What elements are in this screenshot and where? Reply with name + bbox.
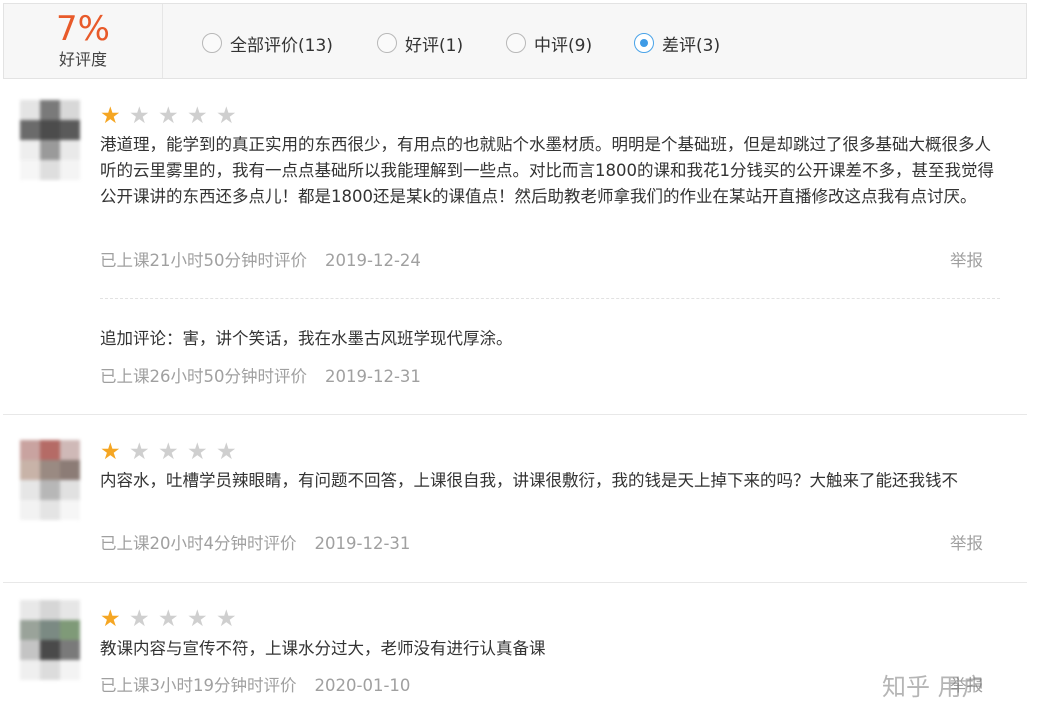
radio-icon[interactable]	[202, 33, 222, 53]
followup-meta: 已上课26小时50分钟时评价 2019-12-31	[100, 366, 421, 388]
review-text: 教课内容与宣传不符，上课水分过大，老师没有进行认真备课	[100, 639, 546, 658]
star-empty-icon: ★	[216, 439, 237, 465]
review-duration: 已上课20小时4分钟时评价	[100, 534, 297, 553]
report-link[interactable]: 举报	[950, 250, 983, 272]
avatar[interactable]	[20, 440, 80, 520]
star-filled-icon: ★	[100, 103, 121, 129]
review-text: 内容水，吐槽学员辣眼睛，有问题不回答，上课很自我，讲课很敷衍，我的钱是天上掉下来…	[100, 471, 958, 490]
star-empty-icon: ★	[216, 103, 237, 129]
positive-rate-value: 7%	[56, 9, 110, 49]
star-rating: ★ ★ ★ ★ ★	[100, 440, 245, 464]
star-rating: ★ ★ ★ ★ ★	[100, 607, 245, 631]
radio-icon[interactable]	[506, 33, 526, 53]
positive-rate-label: 好评度	[58, 50, 107, 69]
filter-neutral[interactable]: 中评(9)	[506, 28, 592, 58]
avatar[interactable]	[20, 100, 80, 180]
followup-text: 追加评论：害，讲个笑话，我在水墨古风班学现代厚涂。	[100, 329, 513, 348]
star-filled-icon: ★	[100, 439, 121, 465]
star-rating: ★ ★ ★ ★ ★	[100, 104, 245, 128]
star-empty-icon: ★	[129, 103, 150, 129]
review-meta: 已上课20小时4分钟时评价 2019-12-31	[100, 533, 410, 555]
review-date: 2019-12-31	[314, 534, 411, 553]
review-duration: 已上课21小时50分钟时评价	[100, 251, 307, 270]
star-empty-icon: ★	[129, 606, 150, 632]
filter-positive[interactable]: 好评(1)	[377, 28, 463, 58]
review-meta: 已上课3小时19分钟时评价 2020-01-10	[100, 675, 410, 697]
star-empty-icon: ★	[158, 439, 179, 465]
positive-rate-box: 7% 好评度	[4, 4, 163, 78]
divider	[100, 298, 1000, 299]
review-divider	[3, 582, 1027, 583]
star-empty-icon: ★	[216, 606, 237, 632]
star-empty-icon: ★	[187, 103, 208, 129]
filter-negative[interactable]: 差评(3)	[634, 28, 720, 58]
review-date: 2020-01-10	[314, 676, 411, 695]
radio-checked-icon[interactable]	[634, 33, 654, 53]
review-date: 2019-12-24	[325, 251, 421, 270]
followup-date: 2019-12-31	[325, 367, 421, 386]
filter-neutral-label: 中评(9)	[534, 35, 593, 56]
filter-all-label: 全部评价(13)	[230, 35, 333, 56]
star-empty-icon: ★	[158, 103, 179, 129]
star-empty-icon: ★	[129, 439, 150, 465]
report-link[interactable]: 举报	[950, 533, 983, 555]
filter-negative-label: 差评(3)	[662, 35, 721, 56]
review-divider	[3, 414, 1027, 415]
review-text: 港道理，能学到的真正实用的东西很少，有用点的也就贴个水墨材质。明明是个基础班，但…	[100, 135, 994, 206]
star-empty-icon: ★	[158, 606, 179, 632]
star-empty-icon: ★	[187, 439, 208, 465]
star-empty-icon: ★	[187, 606, 208, 632]
avatar[interactable]	[20, 600, 80, 680]
filter-positive-label: 好评(1)	[405, 35, 464, 56]
zhihu-watermark: 知乎 用户	[882, 673, 986, 701]
followup-duration: 已上课26小时50分钟时评价	[100, 367, 307, 386]
rating-filter-bar: 7% 好评度 全部评价(13) 好评(1) 中评(9) 差评(3)	[3, 3, 1027, 79]
radio-icon[interactable]	[377, 33, 397, 53]
star-filled-icon: ★	[100, 606, 121, 632]
review-meta: 已上课21小时50分钟时评价 2019-12-24	[100, 250, 421, 272]
review-duration: 已上课3小时19分钟时评价	[100, 676, 297, 695]
filter-all[interactable]: 全部评价(13)	[202, 28, 333, 58]
